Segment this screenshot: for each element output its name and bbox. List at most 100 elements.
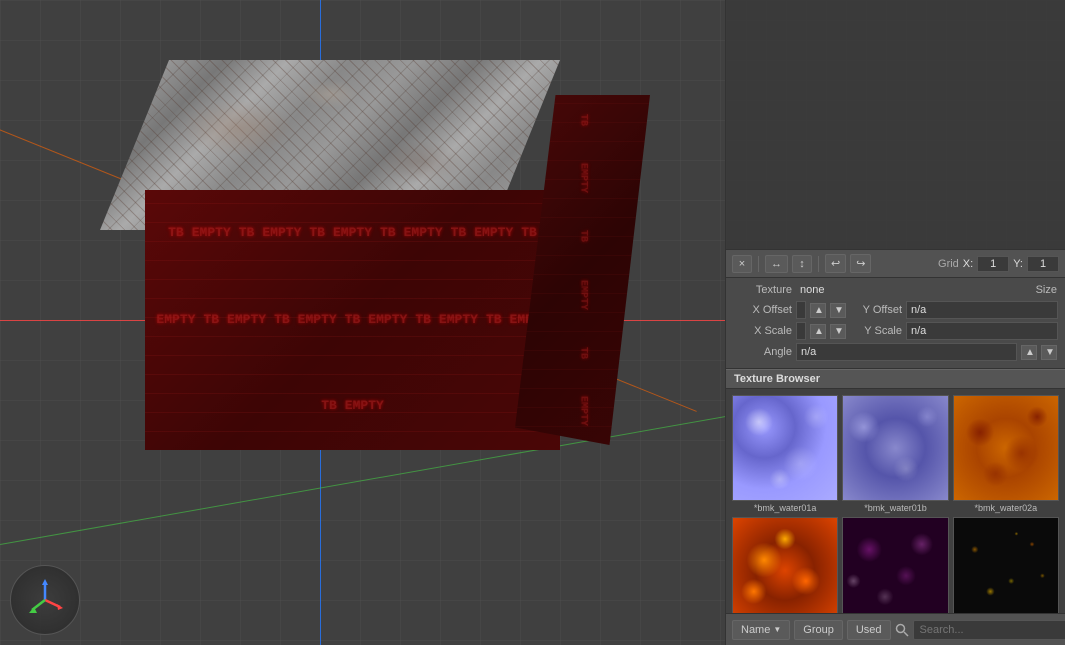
used-filter-button[interactable]: Used [847,620,891,640]
texture-name-water01b: *bmk_water01b [864,503,927,513]
x-scale-up[interactable]: ▲ [810,324,826,339]
redo-button[interactable]: ↪ [850,254,871,273]
name-filter-button[interactable]: Name ▼ [732,620,790,640]
right-text-1: TB [577,114,589,126]
grid-label: Grid [938,258,959,270]
empty-text-23: TB [317,394,341,419]
empty-text-16: EMPTY [294,308,341,333]
y-offset-input[interactable] [906,301,1058,319]
y-scale-input[interactable] [906,322,1058,340]
texture-item-space[interactable]: *bmk_space01 [953,517,1059,613]
separator-1 [758,256,759,272]
angle-input[interactable] [796,343,1017,361]
texture-grid: *bmk_water01a *bmk_water01b *bmk_water02… [732,395,1059,613]
x-offset-up[interactable]: ▲ [810,303,826,318]
x-offset-down[interactable]: ▼ [830,303,846,318]
empty-text-container: TB EMPTY TB EMPTY TB EMPTY TB EMPTY TB E… [145,190,560,450]
nav-gizmo[interactable] [10,565,80,635]
right-text-3: TB [577,230,589,242]
empty-text-5: TB [305,221,329,246]
angle-up[interactable]: ▲ [1021,345,1037,360]
grid-y-input[interactable] [1027,256,1059,272]
name-filter-label: Name [741,624,770,636]
search-icon-wrap [895,623,909,637]
texture-browser-header: Texture Browser [726,369,1065,389]
right-text-container: TB EMPTY TB EMPTY TB EMPTY [515,95,650,445]
y-offset-group: Y Offset [850,301,1058,319]
texture-item-water01a[interactable]: *bmk_water01a [732,395,838,513]
texture-thumb-dark-spots [842,517,948,613]
empty-text-8: EMPTY [400,221,447,246]
y-offset-label: Y Offset [850,304,902,316]
right-text-6: EMPTY [577,396,589,426]
angle-down[interactable]: ▼ [1041,345,1057,360]
angle-row: Angle ▲ ▼ [734,343,1057,361]
texture-row: Texture none Size [734,282,1057,298]
texture-name-water02a: *bmk_water02a [975,503,1038,513]
texture-thumb-space [953,517,1059,613]
y-scale-label: Y Scale [850,325,902,337]
name-chevron-icon: ▼ [773,625,781,634]
x-offset-label: X Offset [734,304,792,316]
box-front-face: TB EMPTY TB EMPTY TB EMPTY TB EMPTY TB E… [145,190,560,450]
texture-item-water02a[interactable]: *bmk_water02a [953,395,1059,513]
empty-text-2: EMPTY [188,221,235,246]
group-filter-button[interactable]: Group [794,620,843,640]
close-button[interactable]: × [732,255,752,273]
separator-2 [818,256,819,272]
texture-value: none [796,282,1032,298]
x-offset-input[interactable] [796,301,806,319]
texture-preview-area [726,0,1065,250]
empty-text-21: TB [482,308,506,333]
arrows-button[interactable]: ↕ [792,255,812,273]
empty-text-3: TB [235,221,259,246]
empty-text-7: TB [376,221,400,246]
editor-toolbar: × ↔ ↕ ↩ ↪ Grid X: Y: [726,250,1065,278]
x-scale-down[interactable]: ▼ [830,324,846,339]
empty-text-13: TB [199,308,223,333]
angle-label: Angle [734,346,792,358]
empty-text-1: TB [164,221,188,246]
texture-item-lava[interactable]: *bmk_lava01 [732,517,838,613]
empty-text-4: EMPTY [258,221,305,246]
empty-text-6: EMPTY [329,221,376,246]
x-scale-label: X Scale [734,325,792,337]
group-filter-label: Group [803,624,834,636]
texture-thumb-water02a [953,395,1059,501]
3d-viewport[interactable]: TB EMPTY TB EMPTY TB EMPTY TB EMPTY TB E… [0,0,725,645]
empty-text-17: TB [341,308,365,333]
texture-browser[interactable]: *bmk_water01a *bmk_water01b *bmk_water02… [726,389,1065,613]
size-label: Size [1036,284,1057,296]
texture-name-water01a: *bmk_water01a [754,503,817,513]
empty-text-18: EMPTY [364,308,411,333]
empty-text-24: EMPTY [341,394,388,419]
empty-text-19: TB [411,308,435,333]
grid-y-label: Y: [1013,258,1023,270]
texture-thumb-water01b [842,395,948,501]
texture-item-dark-spots[interactable]: *bmk_dark01 [842,517,948,613]
filter-bar: Name ▼ Group Used [726,613,1065,645]
texture-thumb-water01a [732,395,838,501]
undo-button[interactable]: ↩ [825,254,846,273]
right-text-5: TB [577,347,589,359]
texture-label: Texture [734,284,792,296]
search-icon [895,623,909,637]
x-scale-row: X Scale ▲ ▼ Y Scale [734,322,1057,340]
empty-text-14: EMPTY [223,308,270,333]
texture-item-water01b[interactable]: *bmk_water01b [842,395,948,513]
box-right-face: TB EMPTY TB EMPTY TB EMPTY [515,95,650,445]
texture-thumb-lava [732,517,838,613]
grid-x-label: X: [963,258,973,270]
x-scale-input[interactable] [796,322,806,340]
grid-x-input[interactable] [977,256,1009,272]
empty-text-20: EMPTY [435,308,482,333]
empty-text-15: TB [270,308,294,333]
3d-box: TB EMPTY TB EMPTY TB EMPTY TB EMPTY TB E… [40,60,630,450]
y-scale-group: Y Scale [850,322,1058,340]
used-filter-label: Used [856,624,882,636]
unlink-button[interactable]: ↔ [765,255,788,273]
empty-text-12: EMPTY [152,308,199,333]
search-input[interactable] [913,620,1065,640]
x-offset-row: X Offset ▲ ▼ Y Offset [734,301,1057,319]
nav-gizmo-svg [20,575,70,625]
